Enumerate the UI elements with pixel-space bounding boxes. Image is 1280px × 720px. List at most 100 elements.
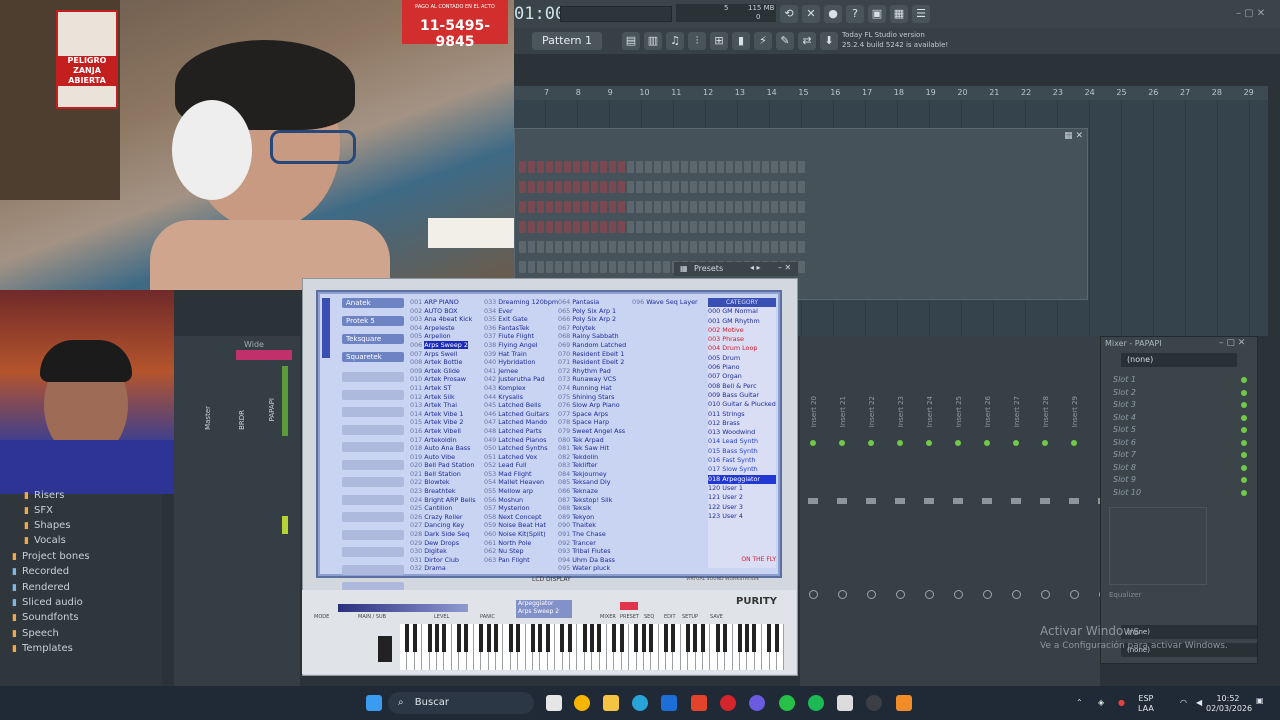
step-button[interactable] — [600, 261, 607, 273]
step-button[interactable] — [600, 241, 607, 253]
news-panel[interactable]: Today FL Studio version 25.2.4 build 524… — [842, 30, 948, 50]
slot-led[interactable] — [1241, 464, 1247, 471]
preset-item[interactable]: 018 Auto Ana Bass — [410, 444, 476, 453]
channel-rack-close-icon[interactable]: ▦ ✕ — [1064, 131, 1083, 141]
step-button[interactable] — [537, 161, 544, 173]
preset-item[interactable]: 091 The Chase — [558, 530, 626, 539]
black-key[interactable] — [619, 624, 624, 652]
preset-column-1[interactable]: 001 ARP PIANO 002 AUTO BOX 003 Ana 4beat Kick… — [410, 298, 476, 573]
step-button[interactable] — [798, 161, 805, 173]
step-button[interactable] — [744, 181, 751, 193]
preset-item[interactable]: 068 Rainy Sabbath — [558, 332, 626, 341]
category-slot-empty[interactable] — [342, 494, 404, 505]
mixer-window-controls[interactable]: – ▢ ✕ — [1219, 338, 1245, 348]
step-button[interactable] — [672, 241, 679, 253]
effect-slot[interactable]: Slot 8 — [1113, 463, 1136, 472]
step-button[interactable] — [573, 261, 580, 273]
timeline-ruler[interactable]: 7 8 9 10 11 12 13 14 15 16 17 18 19 20 21 22 23 24 25 26 27 2… — [514, 86, 1268, 100]
preset-item[interactable]: 060 Noise Kit(Split) — [484, 530, 558, 539]
step-button[interactable] — [519, 161, 526, 173]
step-button[interactable] — [627, 221, 634, 233]
preset-item[interactable]: 026 Crazy Roller — [410, 513, 476, 522]
step-button[interactable] — [564, 261, 571, 273]
step-button[interactable] — [627, 241, 634, 253]
category-slot-empty[interactable] — [342, 424, 404, 435]
preset-item[interactable]: 076 Slow Arp Piano — [558, 401, 626, 410]
step-button[interactable] — [537, 181, 544, 193]
preset-item[interactable]: 048 Latched Parts — [484, 427, 558, 436]
step-button[interactable] — [618, 181, 625, 193]
step-button[interactable] — [582, 161, 589, 173]
preset-item[interactable]: 069 Random Latched — [558, 341, 626, 350]
preset-item[interactable]: 052 Lead Full — [484, 461, 558, 470]
category-slot-empty[interactable] — [342, 547, 404, 557]
step-button[interactable] — [537, 221, 544, 233]
outlook-icon[interactable] — [661, 695, 677, 711]
category-item[interactable]: 017 Slow Synth — [708, 465, 776, 474]
step-button[interactable] — [546, 241, 553, 253]
preset-item[interactable]: 017 Artekoldin — [410, 436, 476, 445]
preset-item[interactable]: 025 Cantilion — [410, 504, 476, 513]
channel-row[interactable] — [519, 241, 805, 253]
step-button[interactable] — [618, 221, 625, 233]
black-key[interactable] — [405, 624, 410, 652]
black-key[interactable] — [722, 624, 727, 652]
black-key[interactable] — [567, 624, 572, 652]
insert-fader[interactable] — [924, 498, 934, 504]
preset-item[interactable]: 042 Justerutha Pad — [484, 375, 558, 384]
step-button[interactable] — [744, 241, 751, 253]
step-button[interactable] — [528, 201, 535, 213]
black-key[interactable] — [686, 624, 690, 652]
taskbar-search[interactable]: ⌕ Buscar — [388, 692, 534, 714]
category-slot-empty[interactable] — [342, 372, 404, 382]
step-button[interactable] — [690, 181, 697, 193]
category-item[interactable]: 008 Bell & Perc — [708, 382, 776, 391]
category-item[interactable]: 123 User 4 — [708, 512, 776, 521]
effect-slot[interactable]: Slot 4 — [1113, 413, 1136, 422]
step-button[interactable] — [699, 241, 706, 253]
insert-knob[interactable] — [896, 590, 905, 599]
step-button[interactable] — [735, 241, 742, 253]
step-button[interactable] — [609, 201, 616, 213]
step-button[interactable] — [636, 241, 643, 253]
step-button[interactable] — [636, 161, 643, 173]
category-protek[interactable]: Protek 5 — [342, 316, 404, 326]
plugin-close-icon[interactable]: – ✕ — [778, 263, 791, 272]
black-key[interactable] — [464, 624, 469, 652]
preset-item[interactable]: 088 Teksik — [558, 504, 626, 513]
wifi-icon[interactable]: ◠ — [1180, 698, 1187, 708]
volume-icon[interactable]: ◀ — [1196, 698, 1202, 708]
preset-item[interactable]: 064 Pantasia — [558, 298, 626, 307]
preset-item[interactable]: 020 Bell Pad Station — [410, 461, 476, 470]
insert-led[interactable] — [810, 440, 816, 446]
step-button[interactable] — [636, 201, 643, 213]
preset-item[interactable]: 075 Shining Stars — [558, 393, 626, 402]
slot-led[interactable] — [1241, 452, 1247, 458]
insert-fader[interactable] — [866, 498, 876, 504]
category-slot-empty[interactable] — [342, 477, 404, 487]
step-button[interactable] — [699, 221, 706, 233]
network-icon[interactable]: ◈ — [1098, 698, 1104, 708]
help-icon[interactable]: ? — [846, 5, 864, 23]
step-button[interactable] — [600, 201, 607, 213]
browser-folder[interactable]: ▮ Soundfonts — [12, 612, 79, 623]
category-item[interactable]: 006 Piano — [708, 363, 776, 372]
touch-icon[interactable]: ✎ — [776, 32, 794, 50]
plugin-titlebar[interactable]: ▦ Presets ◂ ▸ – ✕ — [674, 262, 798, 276]
step-button[interactable] — [519, 221, 526, 233]
step-button[interactable] — [789, 221, 796, 233]
step-button[interactable] — [546, 201, 553, 213]
preset-item[interactable]: 077 Space Arps — [558, 410, 626, 419]
channel-row[interactable] — [519, 161, 805, 173]
category-item[interactable]: 013 Woodwind — [708, 428, 776, 437]
step-button[interactable] — [546, 181, 553, 193]
step-button[interactable] — [591, 261, 598, 273]
category-item[interactable]: 015 Bass Synth — [708, 447, 776, 456]
tempo-icon[interactable]: ⇄ — [798, 32, 816, 50]
channel-rack-icon[interactable]: ▥ — [644, 32, 662, 50]
insert-knob[interactable] — [1070, 590, 1079, 599]
step-button[interactable] — [789, 181, 796, 193]
bank-tabs[interactable] — [322, 298, 330, 358]
step-button[interactable] — [609, 241, 616, 253]
step-button[interactable] — [645, 181, 652, 193]
